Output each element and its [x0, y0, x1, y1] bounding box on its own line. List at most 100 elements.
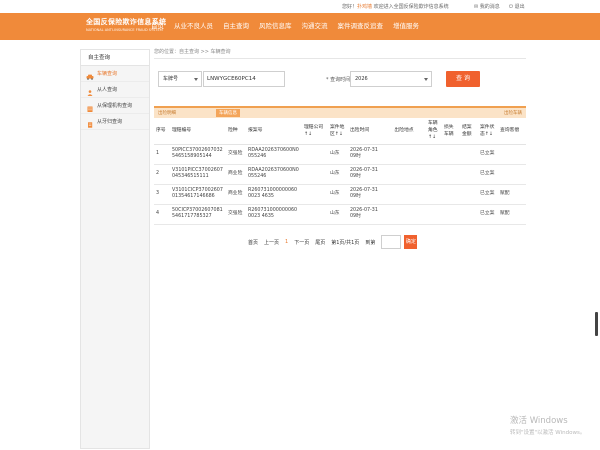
page-scrollbar-thumb[interactable] — [595, 312, 598, 336]
sidebar: 自主查询 车辆查询 从人查询 从保理机构查询 从牙归查询 — [80, 49, 150, 449]
sidebar-title: 自主查询 — [81, 50, 149, 66]
sidebar-item-person-query[interactable]: 从人查询 — [81, 82, 149, 98]
pager-goto-label: 到第 — [365, 239, 376, 246]
nav-item-home[interactable]: 首页 — [146, 13, 169, 40]
person-icon — [86, 87, 94, 96]
cell-status: 已立案 — [478, 204, 498, 225]
welcome-prefix: 您好！ — [342, 4, 358, 10]
cell-no: 3 — [154, 184, 170, 205]
sidebar-item-label: 从牙归查询 — [97, 118, 123, 125]
cell-no: 2 — [154, 164, 170, 185]
cell-company — [302, 184, 328, 205]
sidebar-item-institution-query[interactable]: 从保理机构查询 — [81, 98, 149, 114]
pager-current[interactable]: 1 — [285, 239, 288, 245]
col-header-sortable[interactable]: 案件地区↑↓ — [328, 118, 348, 145]
current-user[interactable]: 扑鸡墙 — [357, 4, 372, 10]
cell-role — [426, 144, 442, 165]
pager-prev[interactable]: 上一页 — [264, 239, 279, 246]
cell-extra[interactable]: 赋配 — [498, 184, 526, 205]
cell-status: 已立案 — [478, 184, 498, 205]
pager-last[interactable]: 尾页 — [315, 239, 325, 246]
col-header-sortable[interactable]: 车辆角色↑↓ — [426, 118, 442, 145]
cell-status: 已立案 — [478, 144, 498, 165]
cell-region: 山东 — [328, 144, 348, 165]
logout-label: 退出 — [514, 4, 525, 10]
cell-extra[interactable]: 赋配 — [498, 204, 526, 225]
col-header-sortable[interactable]: 案件状态↑↓ — [478, 118, 498, 145]
sidebar-item-other-query[interactable]: 从牙归查询 — [81, 114, 149, 130]
query-button[interactable]: 查 询 — [446, 71, 480, 87]
sidebar-item-label: 从保理机构查询 — [97, 102, 133, 109]
cell-loss — [442, 184, 460, 205]
pager-go-button[interactable]: 确定 — [404, 235, 418, 249]
nav-item-case-investigation[interactable]: 案件调查反追查 — [333, 13, 389, 40]
cell-region: 山东 — [328, 164, 348, 185]
col-header: 出险时间 — [348, 118, 382, 145]
search-value-text: LNWYGCE60PC14 — [207, 76, 256, 82]
cell-amount — [460, 204, 478, 225]
welcome-text: 您好！扑鸡墙 欢迎进入全国反保险欺诈信息系统 — [342, 3, 449, 10]
nav-item-self-query[interactable]: 自主查询 — [218, 13, 254, 40]
cell-company — [302, 164, 328, 185]
pager-page-input[interactable] — [381, 235, 402, 249]
cell-role — [426, 184, 442, 205]
cell-time: 2026-07-31 09时 — [348, 204, 382, 225]
sidebar-item-vehicle-query[interactable]: 车辆查询 — [81, 66, 149, 82]
cell-claim-no[interactable]: V3101CICP3700260701354617146686 — [170, 184, 226, 205]
building-icon — [86, 103, 94, 112]
col-header: 出险地点 — [382, 118, 426, 145]
table-title-right: 出险车辆 — [504, 111, 522, 116]
search-value-input[interactable]: LNWYGCE60PC14 — [203, 71, 285, 87]
windows-activation-watermark: 激活 Windows 转到"设置"以激活 Windows。 — [510, 414, 585, 436]
breadcrumb: 您的位置：自主查询 >> 车辆查询 — [154, 49, 231, 55]
cell-place — [382, 204, 426, 225]
logout-link[interactable]: ⏻ 退出 — [509, 3, 525, 10]
table-row[interactable]: 3 V3101CICP3700260701354617146686 商业险 R2… — [154, 184, 526, 205]
cell-loss — [442, 164, 460, 185]
nav-item-communication[interactable]: 沟通交流 — [297, 13, 333, 40]
cell-claim-no[interactable]: 50PICC370026070325465158905144 — [170, 144, 226, 165]
nav-item-value-added[interactable]: 增值服务 — [388, 13, 424, 40]
breadcrumb-divider — [154, 58, 526, 59]
claims-table-section: 出险明细 车辆信息 出险车辆 序号 理赔编号 险种 报案号 理赔公司↑↓ 案件地… — [154, 106, 526, 225]
claims-table: 序号 理赔编号 险种 报案号 理赔公司↑↓ 案件地区↑↓ 出险时间 出险地点 车… — [154, 118, 526, 225]
cell-claim-no[interactable]: V3101PICC37002607045346515111 — [170, 164, 226, 185]
cell-company — [302, 144, 328, 165]
query-time-select[interactable]: 2026 — [350, 71, 432, 87]
sidebar-item-label: 车辆查询 — [97, 70, 118, 77]
cell-claim-no[interactable]: 50CICP370026070815461717785327 — [170, 204, 226, 225]
nav-item-risk-library[interactable]: 风险信息库 — [254, 13, 297, 40]
table-title-left: 出险明细 — [158, 111, 176, 116]
message-icon: ✉ — [474, 4, 479, 10]
my-messages-link[interactable]: ✉ 我的消息 — [474, 3, 500, 10]
cell-kind: 交强险 — [226, 204, 246, 225]
col-header: 序号 — [154, 118, 170, 145]
col-header: 险种 — [226, 118, 246, 145]
pager-next[interactable]: 下一页 — [294, 239, 309, 246]
cell-no: 4 — [154, 204, 170, 225]
logout-icon: ⏻ — [509, 4, 513, 10]
cell-place — [382, 144, 426, 165]
col-header: 查询客偿 — [498, 118, 526, 145]
col-header: 报案号 — [246, 118, 302, 145]
pager-first[interactable]: 首页 — [248, 239, 258, 246]
search-field-select[interactable]: 车牌号 — [158, 71, 202, 87]
my-messages-label: 我的消息 — [479, 4, 500, 10]
cell-kind: 交强险 — [226, 144, 246, 165]
cell-time: 2026-07-31 09时 — [348, 164, 382, 185]
table-row[interactable]: 4 50CICP370026070815461717785327 交强险 R26… — [154, 204, 526, 225]
col-header-sortable[interactable]: 理赔公司↑↓ — [302, 118, 328, 145]
cell-extra[interactable] — [498, 144, 526, 165]
cell-place — [382, 164, 426, 185]
vehicle-info-tab[interactable]: 车辆信息 — [216, 109, 240, 117]
cell-extra[interactable] — [498, 164, 526, 185]
search-bar: 车牌号 LNWYGCE60PC14 * 查询时间： 2026 查 询 — [154, 71, 526, 87]
cell-status: 已立案 — [478, 164, 498, 185]
table-row[interactable]: 2 V3101PICC37002607045346515111 商业险 RDAA… — [154, 164, 526, 185]
cell-role — [426, 204, 442, 225]
watermark-line2: 转到"设置"以激活 Windows。 — [510, 430, 586, 436]
nav-item-bad-personnel[interactable]: 从业不良人员 — [169, 13, 218, 40]
table-row[interactable]: 1 50PICC370026070325465158905144 交强险 RDA… — [154, 144, 526, 165]
table-title-bar: 出险明细 车辆信息 出险车辆 — [154, 106, 526, 118]
sidebar-item-label: 从人查询 — [97, 86, 118, 93]
